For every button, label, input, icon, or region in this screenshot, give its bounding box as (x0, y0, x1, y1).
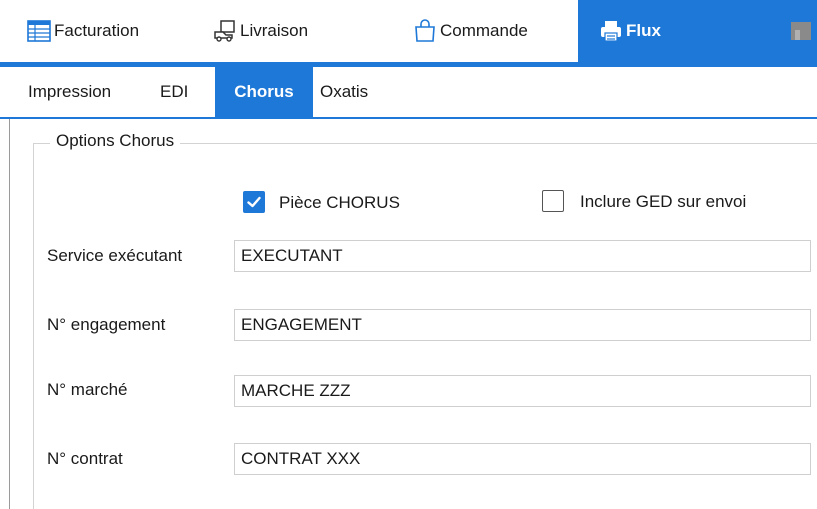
service-executant-field[interactable] (234, 240, 811, 272)
engagement-field[interactable] (234, 309, 811, 341)
shopping-bag-icon (412, 18, 438, 44)
subtab-label: Oxatis (320, 82, 369, 101)
tab-label: Facturation (54, 21, 140, 40)
tab-commande[interactable]: Commande (412, 0, 528, 62)
checkmark-icon (247, 196, 261, 208)
contrat-field[interactable] (234, 443, 811, 475)
subtab-label: EDI (160, 82, 189, 101)
panel-left-border (9, 119, 10, 509)
subtab-oxatis[interactable]: Oxatis (320, 67, 400, 117)
subtab-chorus[interactable]: Chorus (215, 67, 313, 117)
tab-livraison[interactable]: Livraison (212, 0, 308, 62)
service-executant-label: Service exécutant (47, 246, 183, 265)
sub-tab-underline (0, 117, 817, 119)
engagement-label: N° engagement (47, 315, 166, 334)
tab-flux[interactable]: Flux (578, 0, 781, 62)
delivery-box-icon (212, 18, 238, 44)
store-icon (789, 18, 813, 49)
tab-label: Flux (626, 21, 661, 40)
contrat-label: N° contrat (47, 449, 123, 468)
printer-icon (598, 18, 624, 44)
piece-chorus-label: Pièce CHORUS (279, 193, 400, 212)
inclure-ged-label: Inclure GED sur envoi (580, 192, 747, 211)
tab-label: Livraison (240, 21, 309, 40)
marche-label: N° marché (47, 380, 128, 399)
subtab-label: Chorus (234, 82, 294, 101)
sub-tab-bar: Impression EDI Chorus Oxatis (0, 67, 817, 117)
groupbox-legend: Options Chorus (50, 131, 181, 151)
subtab-edi[interactable]: EDI (160, 67, 210, 117)
next-tab-stub (781, 0, 817, 62)
subtab-label: Impression (28, 82, 112, 101)
piece-chorus-checkbox[interactable] (243, 191, 265, 213)
tab-facturation[interactable]: Facturation (26, 0, 139, 62)
subtab-impression[interactable]: Impression (28, 67, 146, 117)
invoice-table-icon (26, 18, 52, 44)
tab-label: Commande (440, 21, 528, 40)
marche-field[interactable] (234, 375, 811, 407)
inclure-ged-checkbox[interactable] (542, 190, 564, 212)
top-tab-bar: Facturation Livraison Commande Flux (0, 0, 817, 62)
